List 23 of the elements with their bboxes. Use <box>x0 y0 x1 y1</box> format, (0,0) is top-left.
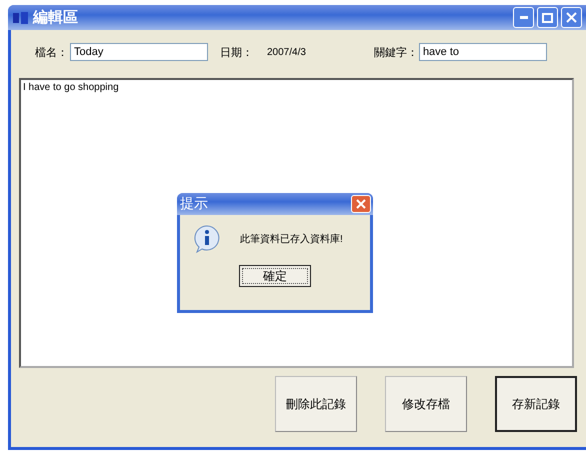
dialog-close-button[interactable] <box>351 195 371 213</box>
close-icon <box>356 199 366 209</box>
dialog-message: 此筆資料已存入資料庫! <box>240 232 343 246</box>
filename-label: 檔名： <box>35 46 68 60</box>
maximize-icon <box>542 12 553 22</box>
ok-button[interactable]: 確定 <box>239 265 311 287</box>
close-button[interactable] <box>561 7 582 28</box>
minimize-icon <box>520 16 528 19</box>
action-button[interactable]: 存新記錄 <box>495 376 577 432</box>
keyword-label: 關鍵字： <box>374 46 418 60</box>
action-button[interactable]: 修改存檔 <box>385 376 467 432</box>
dialog-title: 提示 <box>180 195 209 213</box>
maximize-button[interactable] <box>537 7 558 28</box>
info-icon <box>194 225 220 253</box>
app-icon <box>12 10 30 24</box>
close-icon <box>566 12 577 23</box>
action-button[interactable]: 刪除此記錄 <box>275 376 357 432</box>
filename-field[interactable]: Today <box>70 43 208 61</box>
date-value: 2007/4/3 <box>267 46 306 58</box>
date-label: 日期： <box>220 46 253 60</box>
keyword-field[interactable]: have to <box>418 43 547 61</box>
minimize-button[interactable] <box>513 7 534 28</box>
window-title: 編輯區 <box>33 8 79 27</box>
